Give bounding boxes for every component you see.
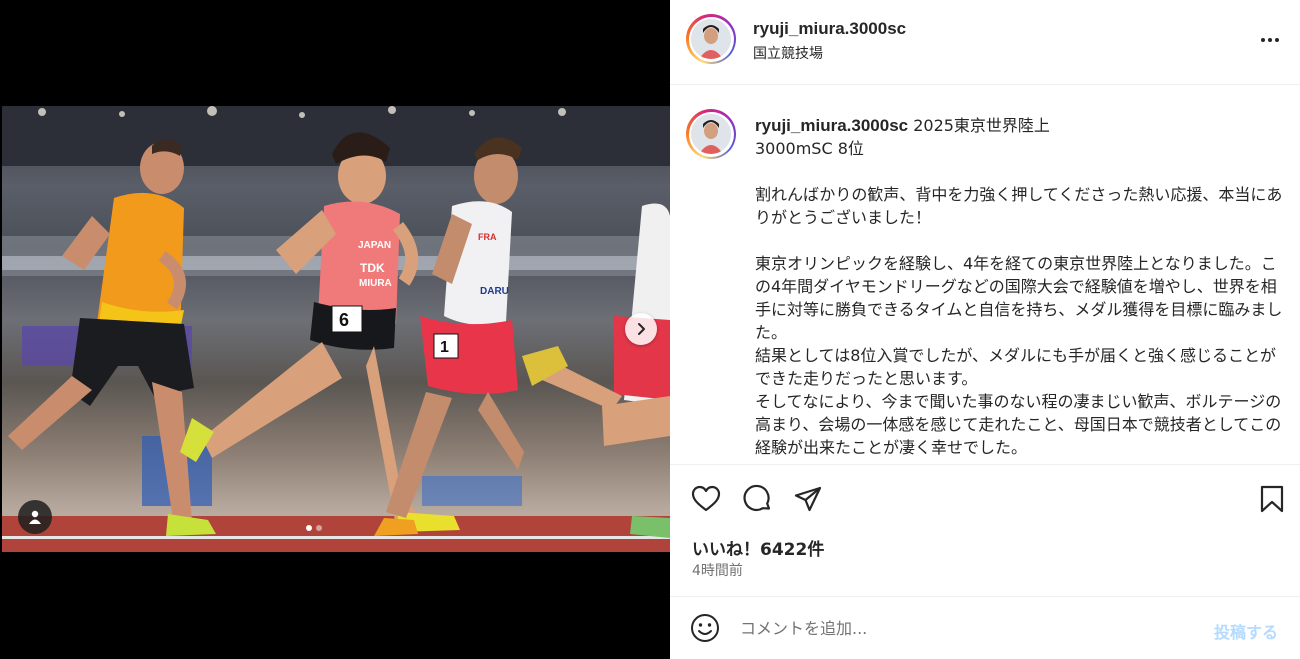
tagged-users-button[interactable] [18,500,52,534]
post-timestamp[interactable]: 4時間前 [692,560,743,580]
post-photo[interactable]: 6 JAPAN TDK MIURA FRA DARU 1 [2,106,670,552]
user-tag-icon [29,510,41,524]
comment-button[interactable] [742,483,774,515]
profile-picture-icon [691,19,731,59]
svg-text:FRA: FRA [478,232,497,242]
post-location[interactable]: 国立競技場 [753,43,823,63]
post-side-panel: ryuji_miura.3000sc 国立競技場 ryuji_miura.300… [670,0,1300,659]
jersey-text-tdk: TDK [360,261,385,275]
carousel-indicator [306,525,322,531]
bib-number-6: 6 [339,310,349,330]
emoji-button[interactable] [690,613,720,643]
media-panel: 6 JAPAN TDK MIURA FRA DARU 1 [0,0,670,659]
caption-paragraph-1: 割れんばかりの歓声、背中を力強く押してくださった熱い応援、本当にありがとうござい… [755,185,1283,227]
comment-input[interactable] [740,614,1190,642]
bib-number-1: 1 [440,339,449,356]
post-header: ryuji_miura.3000sc 国立競技場 [670,0,1300,85]
more-options-button[interactable] [1258,30,1282,50]
jersey-text-daru: DARU [480,286,509,297]
post-username[interactable]: ryuji_miura.3000sc [753,19,906,39]
bookmark-icon [1260,485,1284,513]
caption-avatar[interactable] [686,109,736,159]
like-button[interactable] [690,483,722,515]
share-button[interactable] [792,483,824,515]
like-count[interactable]: いいね！6422件 [692,535,824,560]
caption-paragraph-2: 東京オリンピックを経験し、4年を経ての東京世界陸上となりました。この4年間ダイヤ… [755,254,1283,457]
post-comment-button[interactable]: 投稿する [1214,619,1278,643]
post-actions: いいね！6422件 4時間前 [670,464,1300,596]
heart-icon [691,485,721,512]
caption-username[interactable]: ryuji_miura.3000sc [755,116,908,135]
race-photo-illustration: 6 JAPAN TDK MIURA FRA DARU 1 [2,106,670,552]
more-horizontal-icon [1261,38,1265,42]
caption-area[interactable]: ryuji_miura.3000sc 2025東京世界陸上 3000mSC 8位… [670,86,1300,464]
emoji-icon [691,614,719,642]
save-button[interactable] [1256,483,1288,515]
chevron-right-icon [638,323,645,335]
carousel-dot [316,525,322,531]
jersey-text-japan: JAPAN [358,240,391,251]
profile-picture-icon [691,114,731,154]
carousel-dot [306,525,312,531]
post-caption: ryuji_miura.3000sc 2025東京世界陸上 3000mSC 8位… [755,114,1290,459]
avatar[interactable] [686,14,736,64]
share-icon [794,486,822,512]
jersey-text-miura: MIURA [359,278,392,289]
comment-icon [743,484,771,512]
comment-bar: 投稿する [670,596,1300,659]
next-photo-button[interactable] [625,313,657,345]
